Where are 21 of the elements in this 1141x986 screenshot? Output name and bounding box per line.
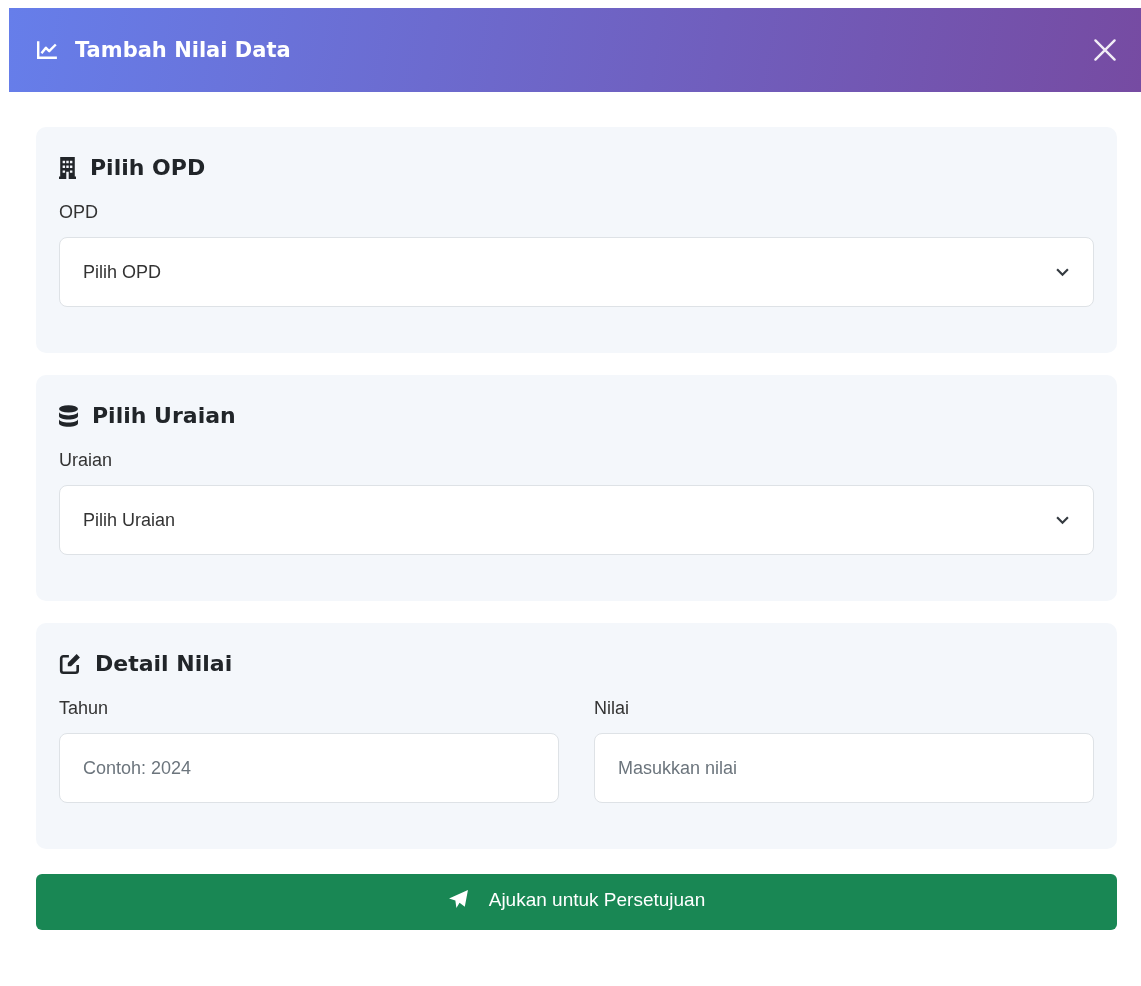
field-label: Uraian [59, 450, 114, 471]
chevron-down-icon [1056, 515, 1069, 525]
field-label: OPD [59, 202, 99, 223]
paper-plane-icon [447, 889, 469, 910]
input-field[interactable]: Masukkan nilai [594, 733, 1094, 803]
select-field[interactable]: Pilih Uraian [59, 485, 1094, 555]
field-label: Nilai [594, 698, 630, 719]
section-title: Pilih Uraian [92, 403, 236, 428]
section-title: Detail Nilai [95, 651, 233, 676]
database-icon [59, 404, 78, 427]
modal-title: Tambah Nilai Data [75, 38, 291, 62]
section-title: Pilih OPD [90, 155, 206, 180]
close-icon[interactable] [1093, 38, 1117, 62]
field-label: Tahun [59, 698, 110, 719]
chart-line-icon [36, 40, 58, 60]
input-field[interactable]: Contoh: 2024 [59, 733, 559, 803]
select-field[interactable]: Pilih OPD [59, 237, 1094, 307]
edit-icon [59, 652, 81, 675]
chevron-down-icon [1056, 267, 1069, 277]
submit-button[interactable]: Ajukan untuk Persetujuan [36, 874, 1117, 930]
building-icon [59, 156, 76, 179]
